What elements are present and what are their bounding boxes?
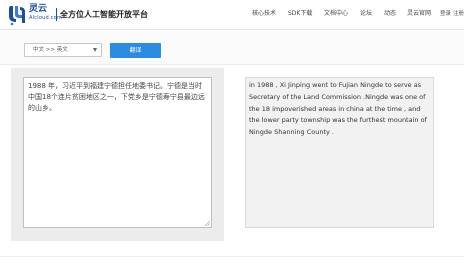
- translation-output: in 1988 , Xi Jinping went to Fujian Ning…: [245, 77, 434, 228]
- brand-name: 灵云: [29, 4, 48, 14]
- language-pair-select[interactable]: 中文 >> 英文: [24, 43, 102, 57]
- nav-news[interactable]: 动态: [384, 10, 396, 18]
- lingyun-logo-icon[interactable]: [6, 4, 28, 26]
- language-pair-value: 中文 >> 英文: [33, 47, 68, 53]
- nav-sdk-download[interactable]: SDK下载: [288, 10, 312, 18]
- resize-grip-icon[interactable]: [204, 220, 210, 226]
- source-text-input[interactable]: 1988 年，习近平到福建宁德担任地委书记。宁德是当时中国18个连片贫困地区之一…: [23, 77, 212, 228]
- translation-text: in 1988 , Xi Jinping went to Fujian Ning…: [249, 81, 427, 137]
- translate-button-label: 翻译: [129, 47, 142, 54]
- nav-forum[interactable]: 论坛: [360, 10, 372, 18]
- top-header: 灵云 AIcloud.com 全方位人工智能开放平台 核心技术 SDK下载 文档…: [0, 0, 464, 30]
- register-link[interactable]: 注册: [453, 10, 464, 18]
- nav-official-site[interactable]: 灵云官网: [407, 10, 431, 18]
- chevron-down-icon: [93, 48, 97, 52]
- nav-core-tech[interactable]: 核心技术: [252, 10, 276, 18]
- nav-doc-center[interactable]: 文档中心: [324, 10, 348, 18]
- translate-button[interactable]: 翻译: [110, 43, 161, 58]
- brand-tagline: 全方位人工智能开放平台: [60, 10, 148, 19]
- footer-strip: [0, 256, 464, 271]
- brand-divider: [56, 8, 57, 21]
- source-text-content: 1988 年，习近平到福建宁德担任地委书记。宁德是当时中国18个连片贫困地区之一…: [28, 82, 205, 112]
- login-link[interactable]: 登录: [440, 10, 451, 18]
